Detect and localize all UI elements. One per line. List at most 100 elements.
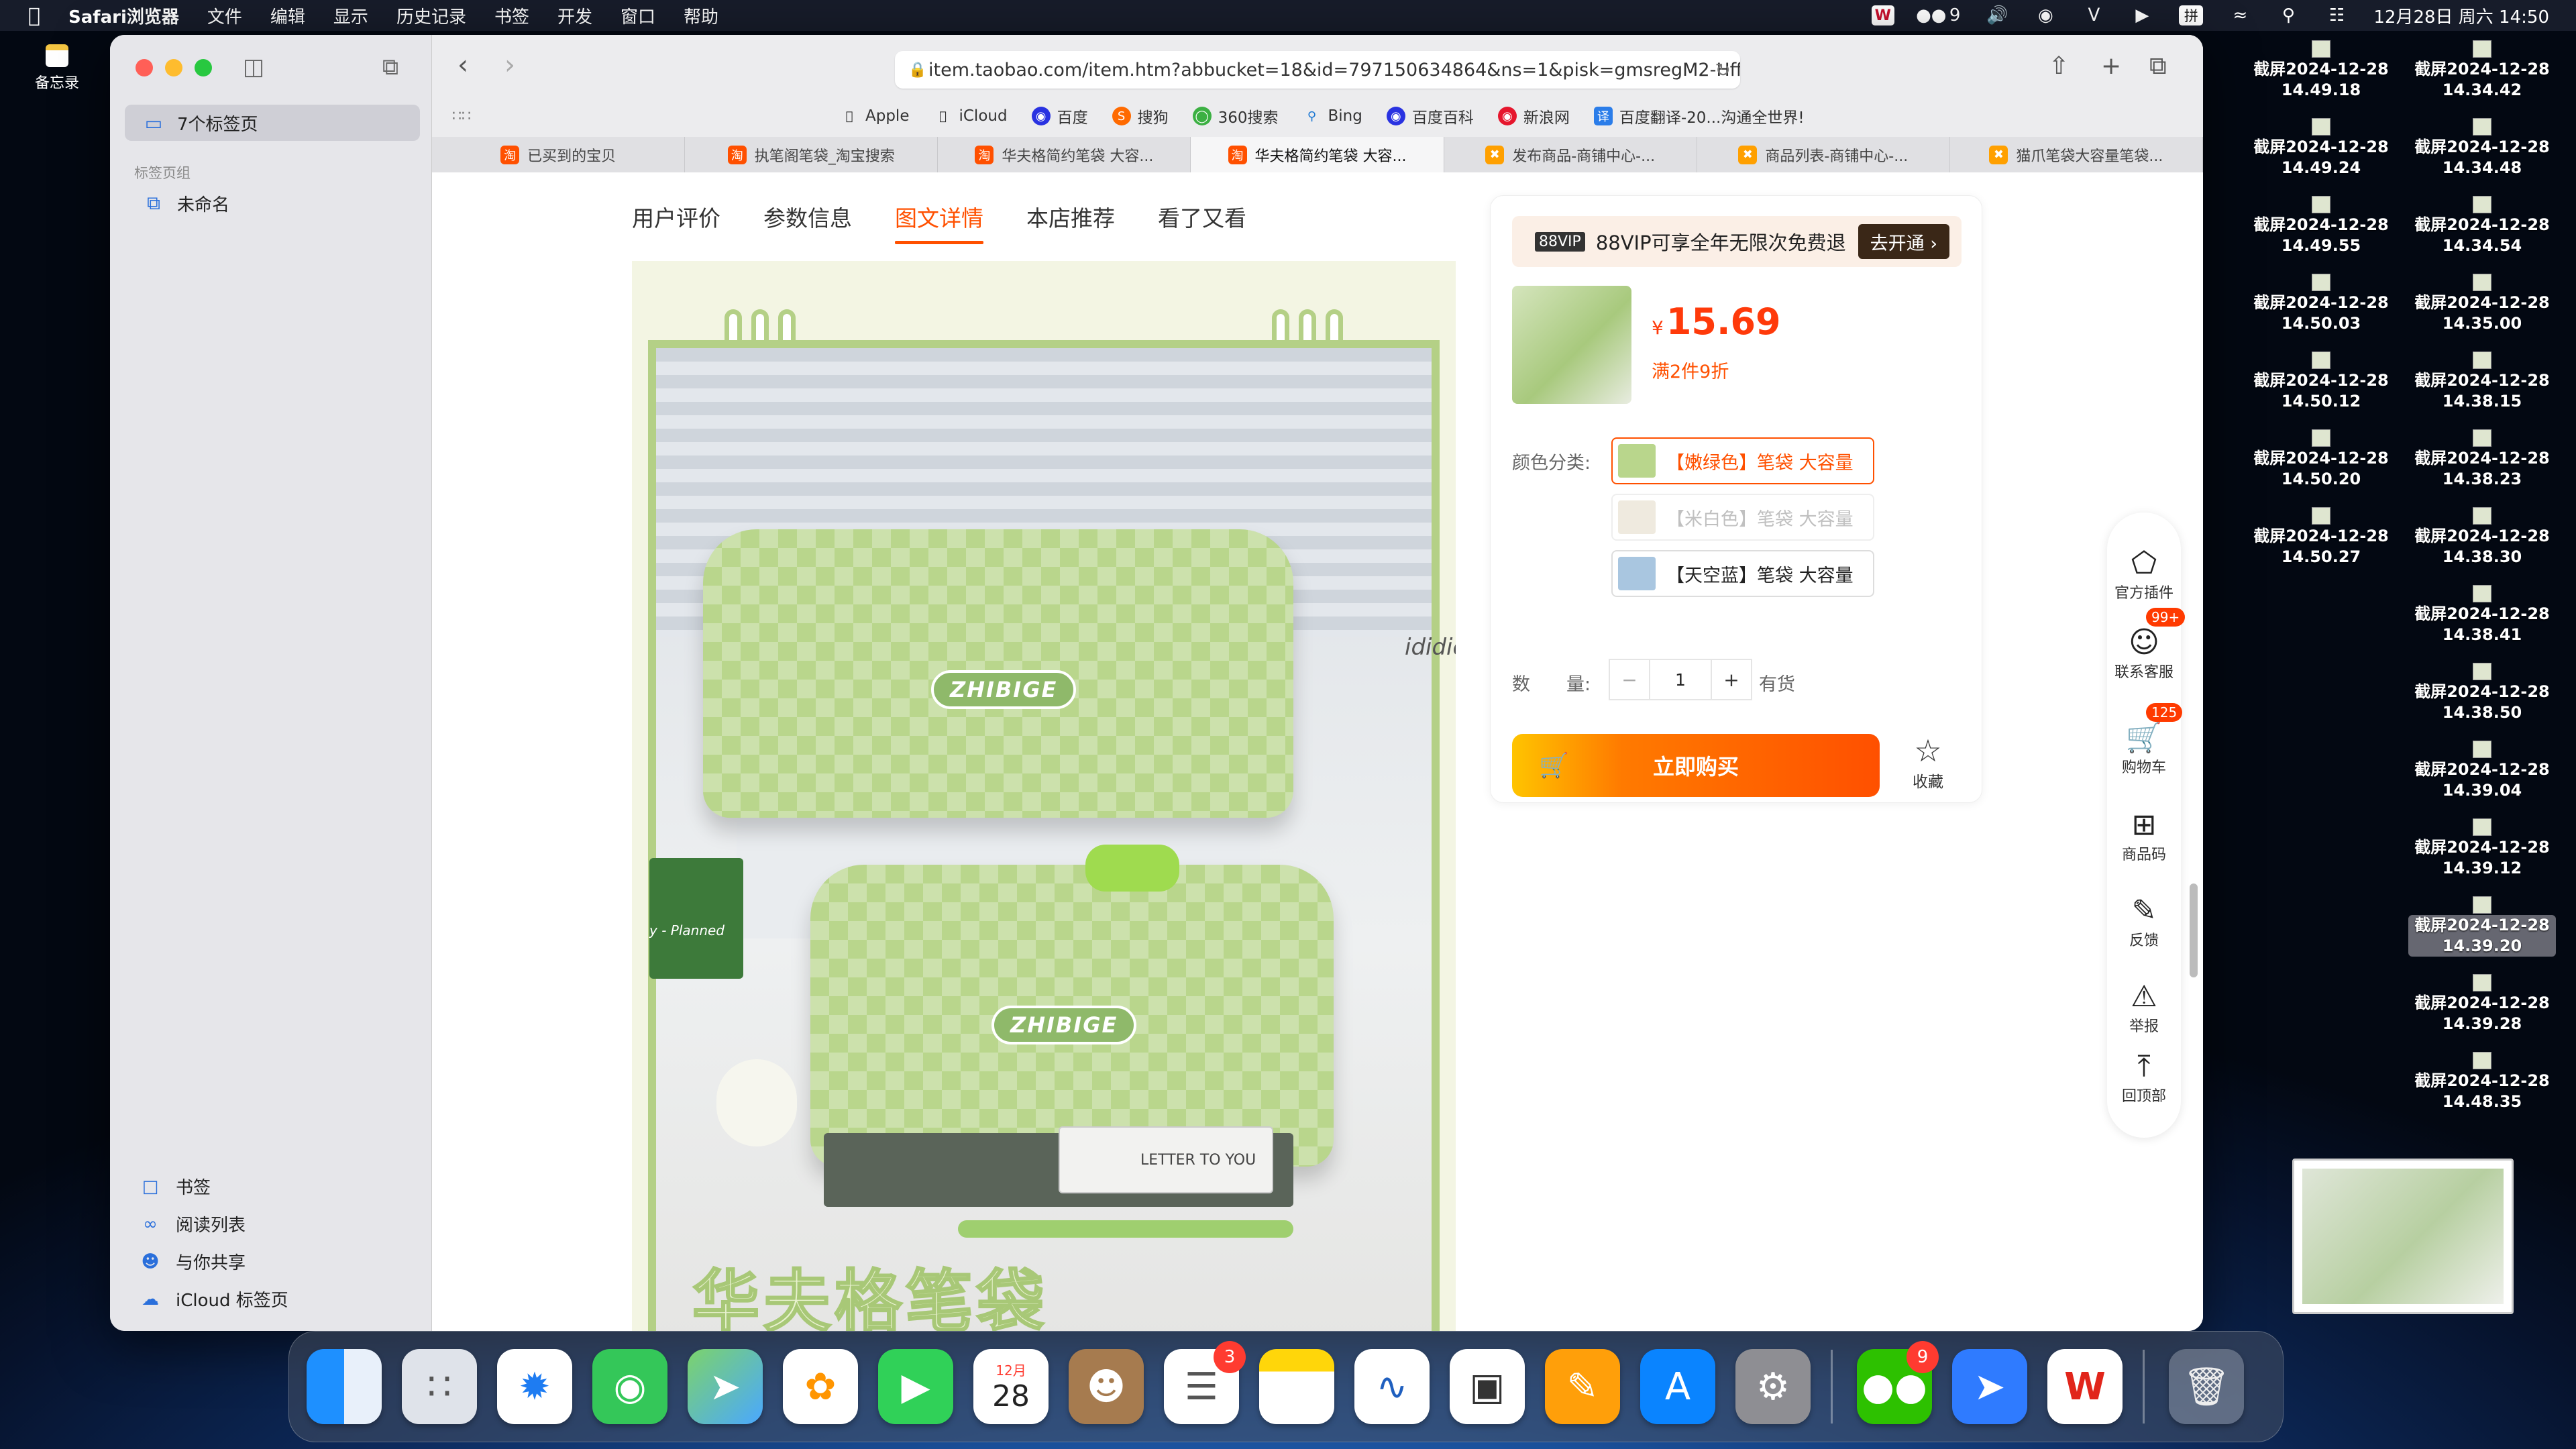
volume-icon[interactable]: 🔊 (1986, 5, 2008, 25)
desktop-screenshot-file[interactable]: 截屏2024-12-28 14.39.20 (2408, 896, 2556, 957)
quantity-decrease-button[interactable]: − (1609, 659, 1650, 700)
wps-status-icon[interactable]: W (1871, 5, 1894, 25)
tab-reviews[interactable]: 用户评价 (632, 201, 720, 242)
tab-item[interactable]: 淘华夫格简约笔袋 大容... (938, 137, 1191, 172)
tab-params[interactable]: 参数信息 (763, 201, 852, 242)
fav-apple[interactable]:  Apple (840, 107, 910, 125)
report-button[interactable]: ⚠ 举报 (2107, 979, 2181, 1036)
photos-icon[interactable]: ✿ (783, 1349, 858, 1424)
maps-icon[interactable]: ➤ (688, 1349, 763, 1424)
fav-sogou[interactable]: S 搜狗 (1112, 105, 1169, 127)
tab-item[interactable]: 淘已买到的宝贝 (432, 137, 686, 172)
tab-item[interactable]: ✖ 商品列表-商铺中心-... (1697, 137, 1950, 172)
sidebar-shared-with-you[interactable]: ☻ 与你共享 (137, 1249, 246, 1274)
fav-sina[interactable]: ◉ 新浪网 (1497, 105, 1570, 127)
product-thumbnail[interactable] (1512, 286, 1631, 404)
fav-baidu-translate[interactable]: 译百度翻译-20...沟通全世界! (1593, 105, 1805, 127)
finder-icon[interactable] (307, 1349, 382, 1424)
sku-option-green[interactable]: 【嫩绿色】笔袋 大容量 (1611, 437, 1874, 484)
vip-banner[interactable]: 88VIP 88VIP可享全年无限次免费退 去开通 › (1512, 216, 1962, 267)
wifi-icon[interactable]: ≈ (2229, 5, 2251, 25)
desktop-screenshot-file[interactable]: 截屏2024-12-28 14.49.55 (2247, 196, 2395, 256)
menu-bookmarks[interactable]: 书签 (494, 3, 529, 28)
new-tab-group-icon[interactable]: ⧉ (376, 54, 405, 80)
forward-icon[interactable]: › (504, 50, 515, 80)
desktop-screenshot-file[interactable]: 截屏2024-12-28 14.50.03 (2247, 274, 2395, 334)
share-icon[interactable]: ⇧ (2049, 52, 2069, 80)
menu-file[interactable]: 文件 (207, 3, 242, 28)
grid-icon[interactable]: ∷∷ (452, 108, 471, 125)
desktop-screenshot-file[interactable]: 截屏2024-12-28 14.38.15 (2408, 352, 2556, 412)
tab-item-active[interactable]: 淘华夫格简约笔袋 大容... (1191, 137, 1444, 172)
back-icon[interactable]: ‹ (458, 50, 468, 80)
tab-details[interactable]: 图文详情 (895, 201, 983, 244)
notes-icon[interactable] (1259, 1349, 1334, 1424)
minimize-window-button[interactable] (165, 59, 182, 76)
sku-option-blue[interactable]: 【天空蓝】笔袋 大容量 (1611, 550, 1874, 597)
desktop-screenshot-file[interactable]: 截屏2024-12-28 14.49.24 (2247, 118, 2395, 178)
menu-clock[interactable]: 12月28日 周六 14:50 (2373, 3, 2549, 28)
desktop-screenshot-file[interactable]: 截屏2024-12-28 14.34.42 (2408, 40, 2556, 101)
vip-activate-button[interactable]: 去开通 › (1858, 224, 1949, 259)
feishu-icon[interactable]: ➤ (1952, 1349, 2027, 1424)
new-tab-icon[interactable]: + (2101, 52, 2121, 80)
tab-store-picks[interactable]: 本店推荐 (1026, 201, 1115, 242)
desktop-screenshot-file[interactable]: 截屏2024-12-28 14.48.35 (2408, 1052, 2556, 1112)
contacts-icon[interactable]: ☻ (1069, 1349, 1144, 1424)
system-settings-icon[interactable]: ⚙ (1735, 1349, 1811, 1424)
desktop-screenshot-file[interactable]: 截屏2024-12-28 14.50.20 (2247, 429, 2395, 490)
official-plugin-button[interactable]: ⬠ 官方插件 (2107, 546, 2181, 602)
safari-icon[interactable]: ✹ (497, 1349, 572, 1424)
desktop-screenshot-file[interactable]: 截屏2024-12-28 14.50.27 (2247, 507, 2395, 568)
cart-button[interactable]: 125 🛒 购物车 (2107, 703, 2183, 777)
sidebar-item-unnamed[interactable]: ⧉ 未命名 (125, 185, 420, 221)
tab-also-viewed[interactable]: 看了又看 (1158, 201, 1246, 242)
menu-app-name[interactable]: Safari浏览器 (68, 3, 179, 28)
desktop-screenshot-file[interactable]: 截屏2024-12-28 14.38.23 (2408, 429, 2556, 490)
menu-develop[interactable]: 开发 (557, 3, 592, 28)
menu-edit[interactable]: 编辑 (270, 3, 305, 28)
sku-option-beige[interactable]: 【米白色】笔袋 大容量 (1611, 494, 1874, 541)
wechat-status[interactable]: ●● 9 (1916, 5, 1960, 25)
customer-service-button[interactable]: 99+ ☺ 联系客服 (2107, 608, 2186, 682)
desktop-screenshot-file[interactable]: 截屏2024-12-28 14.35.00 (2408, 274, 2556, 334)
trash-icon[interactable]: 🗑 (2169, 1349, 2244, 1424)
messages-icon[interactable]: ◉ (592, 1349, 667, 1424)
desktop-screenshot-file[interactable]: 截屏2024-12-28 14.50.12 (2247, 352, 2395, 412)
quantity-increase-button[interactable]: + (1711, 659, 1752, 700)
input-method-icon[interactable]: 拼 (2179, 5, 2204, 25)
favorite-button[interactable]: ☆ 收藏 (1907, 733, 1949, 792)
fav-icloud[interactable]:  iCloud (933, 107, 1008, 125)
spotlight-search-icon[interactable]: ⚲ (2277, 5, 2300, 25)
fav-baidu[interactable]: ◉ 百度 (1031, 105, 1088, 127)
desktop-notes-file[interactable]: 备忘录 (27, 44, 87, 93)
desktop-screenshot-file[interactable]: 截屏2024-12-28 14.38.41 (2408, 585, 2556, 645)
fav-360[interactable]: ◯ 360搜索 (1192, 105, 1278, 127)
menu-window[interactable]: 窗口 (621, 3, 655, 28)
desktop-screenshot-file[interactable]: 截屏2024-12-28 14.38.50 (2408, 663, 2556, 723)
zoom-window-button[interactable] (195, 59, 212, 76)
menu-history[interactable]: 历史记录 (396, 3, 466, 28)
desktop-screenshot-file[interactable]: 截屏2024-12-28 14.39.12 (2408, 818, 2556, 879)
reminders-icon[interactable]: ☰ 3 (1164, 1341, 1246, 1424)
pages-icon[interactable]: ✎ (1545, 1349, 1620, 1424)
desktop-screenshot-file[interactable]: 截屏2024-12-28 14.34.48 (2408, 118, 2556, 178)
facetime-icon[interactable]: ▶ (878, 1349, 953, 1424)
airdrop-icon[interactable]: ◉ (2034, 5, 2057, 25)
bluetooth-icon[interactable]: ᐯ (2082, 5, 2105, 25)
sidebar-reading-list[interactable]: ∞ 阅读列表 (137, 1212, 246, 1236)
tab-item[interactable]: ✖ 猫爪笔袋大容量笔袋... (1950, 137, 2203, 172)
calendar-icon[interactable]: 12月 28 (973, 1349, 1049, 1424)
sidebar-icloud-tabs[interactable]: ☁ iCloud 标签页 (137, 1287, 288, 1311)
screenshot-icon[interactable]: ▣ (1450, 1349, 1525, 1424)
tab-overview-icon[interactable]: ⧉ (2149, 52, 2167, 80)
sidebar-toggle-icon[interactable]: ◫ (239, 54, 268, 80)
back-to-top-button[interactable]: ⤒ 回顶部 (2107, 1049, 2181, 1106)
apple-icon[interactable]:  (28, 4, 40, 28)
tab-item[interactable]: 淘执笔阁笔袋_淘宝搜索 (685, 137, 938, 172)
desktop-screenshot-file[interactable]: 截屏2024-12-28 14.38.30 (2408, 507, 2556, 568)
tab-item[interactable]: ✖ 发布商品-商铺中心-... (1444, 137, 1697, 172)
menu-help[interactable]: 帮助 (684, 3, 718, 28)
address-bar[interactable]: 🔒 item.taobao.com/item.htm?abbucket=18&i… (895, 51, 1740, 89)
page-scrollbar[interactable] (2190, 883, 2198, 977)
